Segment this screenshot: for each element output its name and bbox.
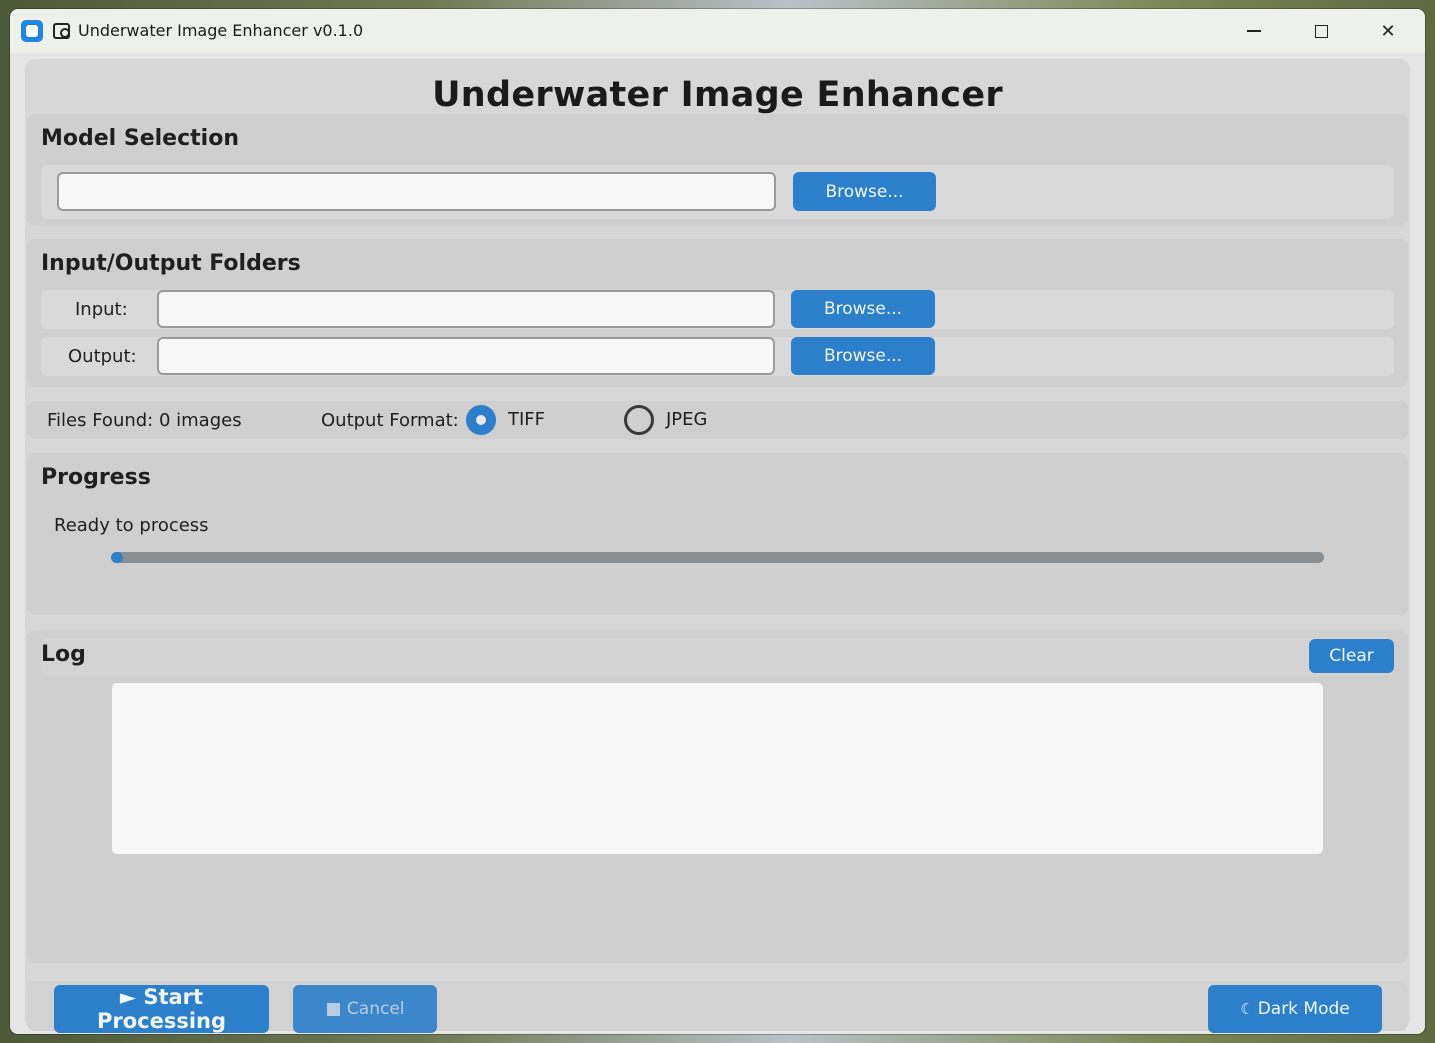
app-icon — [21, 20, 43, 42]
close-icon: ✕ — [1380, 20, 1396, 42]
cancel-button[interactable]: ■ Cancel — [293, 985, 437, 1033]
model-selection-section: Model Selection Browse... — [27, 114, 1408, 226]
minimize-button[interactable] — [1221, 9, 1287, 53]
input-folder-input[interactable] — [157, 290, 775, 328]
options-row: Files Found: 0 images Output Format: TIF… — [27, 401, 1408, 439]
progress-status: Ready to process — [54, 515, 209, 536]
log-textbox[interactable] — [111, 682, 1324, 855]
close-button[interactable]: ✕ — [1355, 9, 1421, 53]
main-frame: Underwater Image Enhancer Model Selectio… — [25, 59, 1410, 1033]
minimize-icon — [1247, 30, 1261, 32]
maximize-icon — [1314, 24, 1328, 38]
model-path-input[interactable] — [57, 172, 776, 211]
output-browse-button[interactable]: Browse... — [791, 337, 935, 375]
jpeg-label[interactable]: JPEG — [666, 409, 707, 430]
page-title: Underwater Image Enhancer — [432, 75, 1003, 115]
dark-mode-label: Dark Mode — [1257, 999, 1350, 1019]
progress-bar-fill — [111, 552, 123, 563]
output-format-label: Output Format: — [321, 410, 459, 431]
output-folder-input[interactable] — [157, 337, 775, 375]
moon-icon: ☾ — [1240, 1000, 1254, 1018]
window-title: Underwater Image Enhancer v0.1.0 — [78, 21, 364, 40]
log-title: Log — [41, 642, 86, 667]
files-found-text: Files Found: 0 images — [47, 410, 242, 431]
action-bar: ► Start Processing ■ Cancel ☾ Dark Mode — [27, 981, 1408, 1033]
folders-title: Input/Output Folders — [41, 251, 301, 276]
progress-bar — [111, 552, 1324, 563]
model-selection-title: Model Selection — [41, 126, 239, 151]
clear-log-button[interactable]: Clear — [1309, 639, 1394, 673]
progress-section: Progress Ready to process — [27, 453, 1408, 615]
client-area: Underwater Image Enhancer Model Selectio… — [10, 53, 1425, 1034]
start-processing-button[interactable]: ► Start Processing — [54, 985, 269, 1033]
window-icon — [53, 23, 70, 39]
progress-title: Progress — [41, 465, 151, 490]
input-label: Input: — [75, 299, 128, 320]
title-bar[interactable]: Underwater Image Enhancer v0.1.0 ✕ — [10, 9, 1425, 53]
log-section: Log Clear — [27, 630, 1408, 963]
tiff-label[interactable]: TIFF — [508, 409, 545, 430]
model-row: Browse... — [41, 165, 1394, 219]
maximize-button[interactable] — [1288, 9, 1354, 53]
app-window: Underwater Image Enhancer v0.1.0 ✕ Under… — [10, 9, 1425, 1034]
output-row: Output: Browse... — [41, 337, 1394, 376]
input-browse-button[interactable]: Browse... — [791, 290, 935, 328]
jpeg-radio[interactable] — [624, 405, 654, 435]
tiff-radio[interactable] — [466, 405, 496, 435]
model-browse-button[interactable]: Browse... — [793, 172, 936, 211]
log-header: Log Clear — [41, 638, 1394, 676]
input-row: Input: Browse... — [41, 290, 1394, 329]
dark-mode-button[interactable]: ☾ Dark Mode — [1208, 985, 1382, 1033]
output-label: Output: — [68, 346, 137, 367]
folders-section: Input/Output Folders Input: Browse... Ou… — [27, 239, 1408, 387]
